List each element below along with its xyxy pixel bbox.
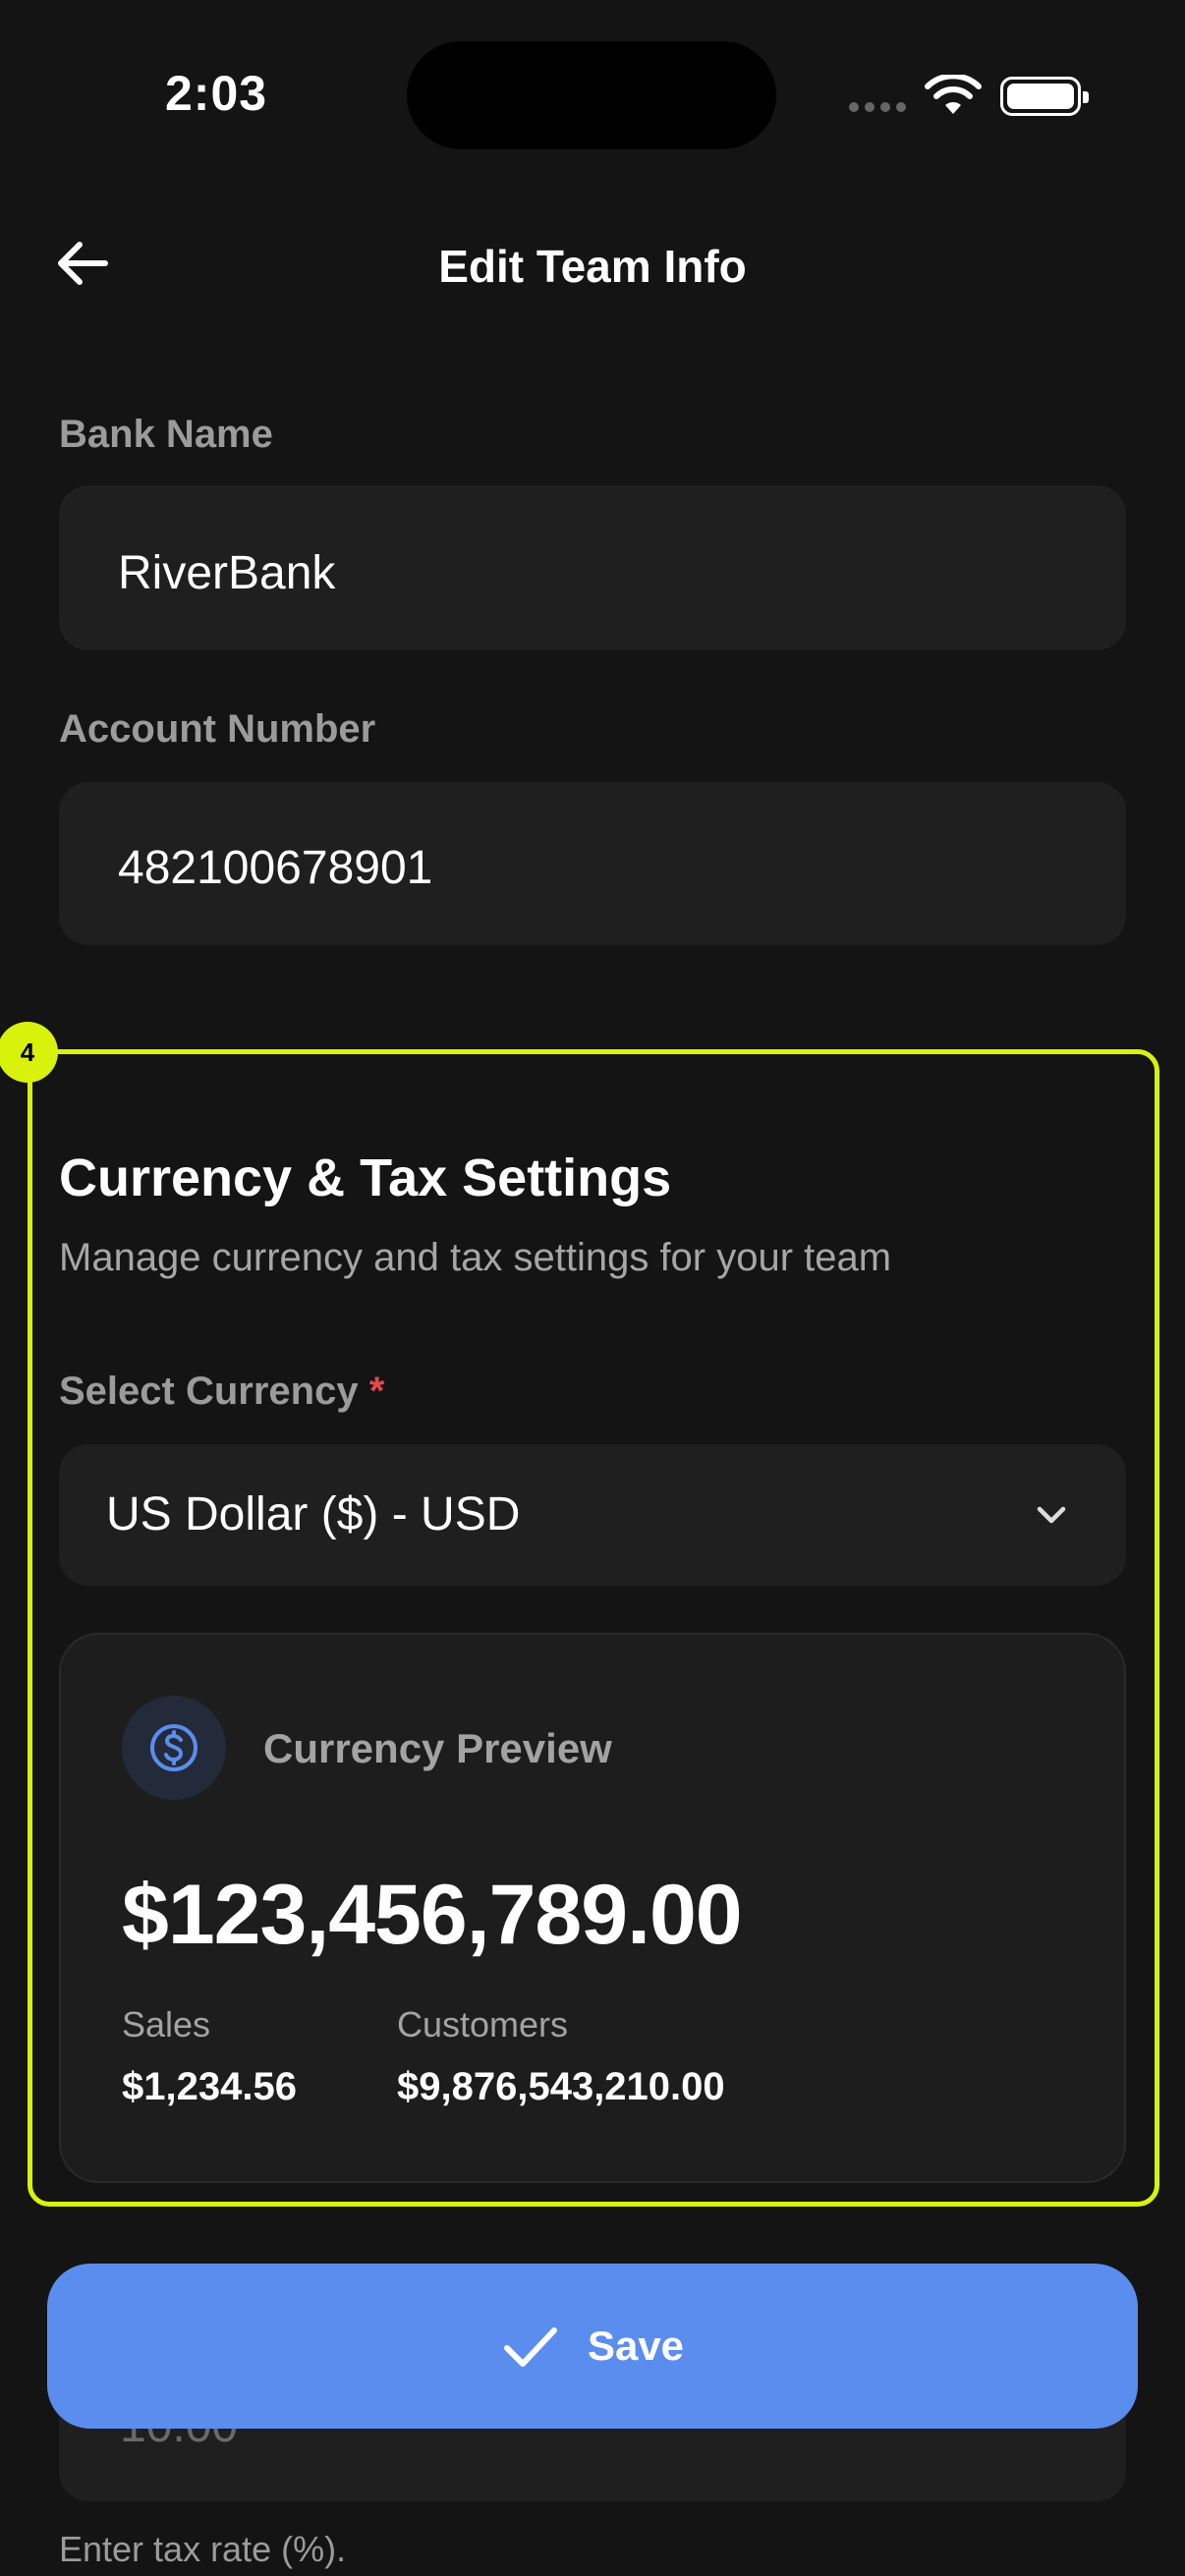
currency-preview-label: Currency Preview [263,1725,612,1771]
edit-team-info-screen: 2:03 Edit Team Info Bank Name RiverBank … [0,0,1185,2576]
customers-value: $9,876,543,210.00 [397,2065,725,2108]
sales-label: Sales [122,2004,211,2044]
save-button[interactable]: Save [47,2264,1138,2429]
sales-value: $1,234.56 [122,2065,297,2108]
save-label: Save [587,2323,685,2369]
preview-amount: $123,456,789.00 [122,1868,743,1962]
section-title: Currency & Tax Settings [59,1148,672,1207]
required-mark: * [368,1370,385,1413]
bank-name-value: RiverBank [118,547,336,599]
currency-preview-card: Currency Preview $123,456,789.00 Sales $… [59,1633,1126,2183]
highlight-badge: 4 [0,1022,58,1083]
currency-select-value: US Dollar ($) - USD [106,1488,521,1540]
tax-helper-text: Enter tax rate (%). [59,2529,347,2569]
select-currency-label-text: Select Currency [59,1370,359,1413]
cellular-signal-icon [849,102,906,112]
section-subtitle: Manage currency and tax settings for you… [59,1236,892,1279]
currency-select[interactable]: US Dollar ($) - USD [59,1444,1126,1586]
status-time: 2:03 [165,66,268,121]
page-title: Edit Team Info [438,241,747,292]
dynamic-island [407,41,776,149]
check-icon [503,2327,557,2367]
customers-label: Customers [397,2004,569,2044]
chevron-down-icon [1037,1506,1066,1524]
account-number-value: 482100678901 [118,842,433,894]
wifi-icon [925,75,982,114]
select-currency-label: Select Currency * [59,1370,384,1414]
dollar-circle-icon [122,1696,226,1800]
account-number-label: Account Number [59,707,376,751]
bank-name-label: Bank Name [59,413,273,456]
battery-icon [1000,77,1089,116]
